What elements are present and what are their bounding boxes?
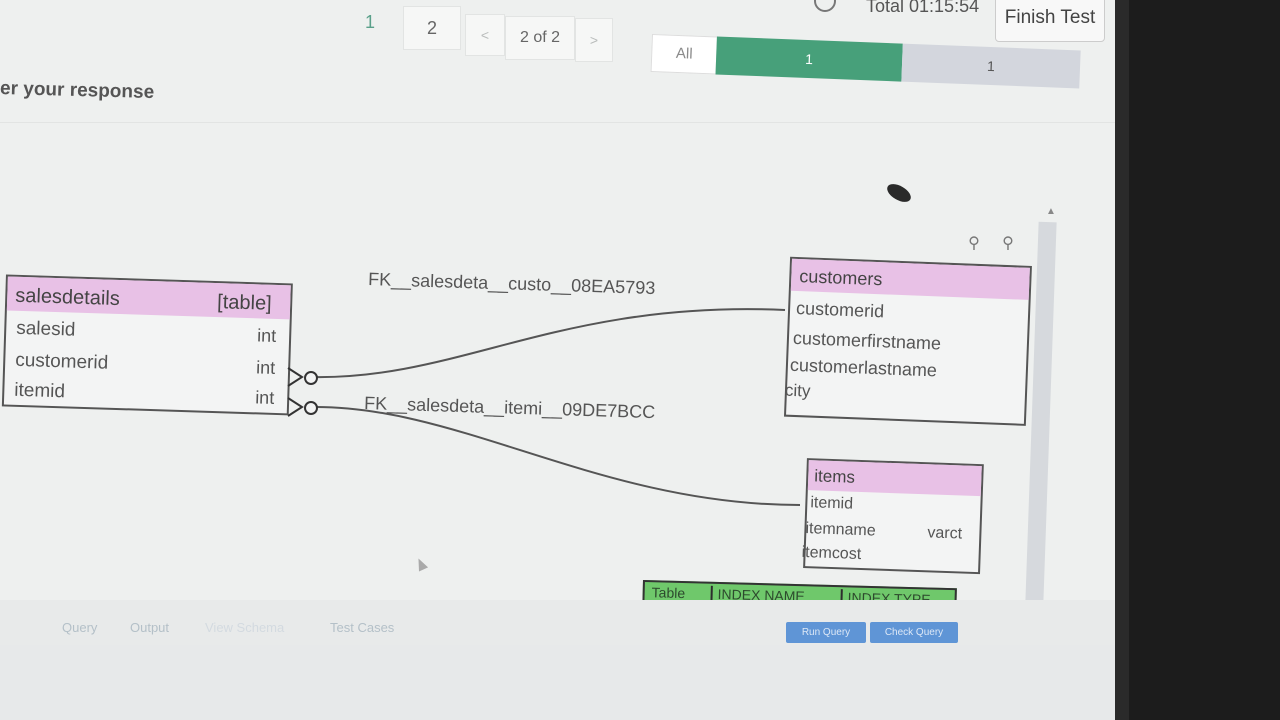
- tab-test-cases[interactable]: Test Cases: [330, 620, 394, 635]
- tab-query[interactable]: Query: [62, 620, 97, 635]
- er-diagram: salesdetails [table] salesid int custome…: [1, 256, 1032, 575]
- salesdetails-row-type: int: [255, 387, 275, 408]
- salesdetails-row-type: int: [256, 357, 276, 378]
- salesdetails-row-name: customerid: [15, 350, 109, 374]
- editor-area: [0, 645, 1115, 720]
- bottom-tab-bar: Query Output View Schema Test Cases Run …: [0, 600, 1115, 645]
- salesdetails-row-type: int: [257, 325, 277, 346]
- run-query-button[interactable]: Run Query: [786, 622, 866, 643]
- customers-row: city: [785, 381, 812, 401]
- items-title: items: [814, 466, 855, 486]
- crows-foot-icon: [287, 397, 318, 417]
- customers-title: customers: [799, 266, 883, 289]
- tab-output[interactable]: Output: [130, 620, 169, 635]
- fk-customers-label: FK__salesdeta__custo__08EA5793: [368, 269, 656, 299]
- salesdetails-row-name: itemid: [14, 380, 65, 403]
- check-query-button[interactable]: Check Query: [870, 622, 958, 643]
- salesdetails-kind: [table]: [217, 291, 272, 315]
- salesdetails-table[interactable]: salesdetails [table] salesid int custome…: [1, 274, 293, 416]
- items-row-name: itemname: [805, 520, 876, 539]
- salesdetails-row-name: salesid: [16, 318, 76, 341]
- items-row-name: itemcost: [801, 544, 862, 563]
- salesdetails-title: salesdetails: [15, 285, 120, 310]
- customers-table[interactable]: customers customerid customerfirstname c…: [783, 256, 1032, 426]
- items-table[interactable]: items itemid itemname varct itemcost: [801, 458, 984, 575]
- tab-view-schema[interactable]: View Schema: [205, 620, 284, 635]
- screen: 1 2 < 2 of 2 > Total 01:15:54 Finish Tes…: [0, 0, 1129, 720]
- customers-row: customerid: [796, 298, 885, 321]
- fk-items-line: [311, 405, 801, 506]
- items-row-type: varct: [927, 524, 963, 542]
- crows-foot-icon: [287, 367, 318, 387]
- items-row-name: itemid: [810, 494, 853, 512]
- fk-customers-line: [311, 308, 786, 379]
